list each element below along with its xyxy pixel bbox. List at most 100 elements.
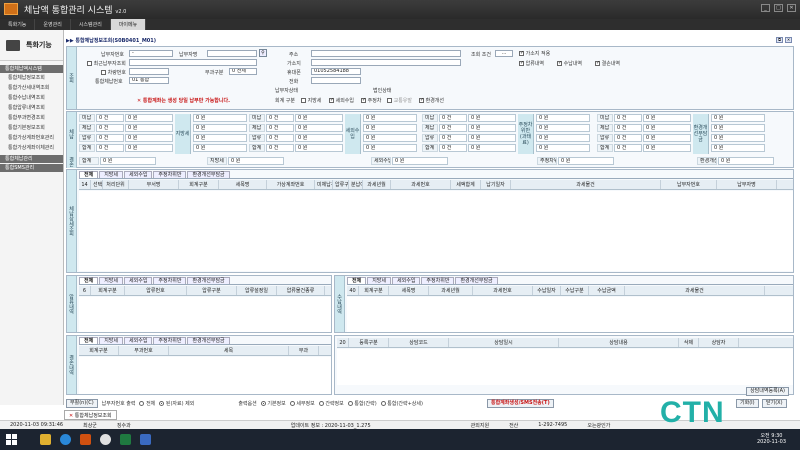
column-header[interactable]: 분납여부 [349,180,363,189]
sidebar-item[interactable]: 통합체납정보조회 [0,73,63,83]
column-header[interactable]: 회계구분 [359,286,389,295]
menu-item-special[interactable]: 특화기능 [0,19,36,30]
tab-1[interactable]: 지방세 [99,337,124,344]
tab-0[interactable]: 전체 [79,337,99,344]
ga-apply-checkbox[interactable] [519,50,524,56]
column-header[interactable]: 과세년월 [429,286,473,295]
non-tax-checkbox[interactable] [329,97,334,103]
column-header[interactable]: 납기일자 [481,180,511,189]
column-header[interactable]: 상담내용 [559,338,679,347]
local-tax-checkbox[interactable] [301,98,306,103]
tab-0[interactable]: 전체 [79,171,99,178]
tab-4[interactable]: 환경개선부담금 [187,171,230,178]
grid3-body[interactable] [347,297,793,332]
taxpayer-no-input[interactable]: - [129,50,173,57]
condition-button[interactable]: ... [495,50,513,57]
out-detail-radio[interactable] [289,400,295,406]
parking-checkbox[interactable] [361,97,366,103]
column-header[interactable]: 과세번호 [473,286,533,295]
grid4-body[interactable] [79,357,331,394]
init-button[interactable]: 기화(I) [736,399,759,408]
close-button[interactable]: 닫기(X) [762,399,787,408]
column-header[interactable]: 압류물건종류 [277,286,325,295]
tab-0[interactable]: 전체 [347,277,367,284]
sidebar-item[interactable]: 통합수납내역조회 [0,93,63,103]
column-header[interactable]: 세목 [169,346,289,355]
column-header[interactable]: 납부자명 [717,180,777,189]
column-header[interactable]: 상담자 [699,338,739,347]
sidebar-group-integrated[interactable]: 통합체납액시스템 [0,65,63,73]
tab-3[interactable]: 주정차위반 [153,277,187,284]
print-all-radio[interactable] [139,400,145,406]
tab-3[interactable]: 주정차위반 [153,171,187,178]
tel-input[interactable] [311,77,361,84]
document-tab[interactable]: ✕ 통합체납정보조회 [64,410,117,420]
out-brief-radio[interactable] [318,400,324,406]
column-header[interactable]: 수납금액 [589,286,625,295]
search-icon[interactable]: ⚲ [259,49,267,57]
sidebar-group-sms[interactable]: 통합SMS관리 [0,164,63,172]
column-header[interactable]: 상담일시 [449,338,559,347]
column-header[interactable]: 압류번호 [125,286,187,295]
column-header[interactable]: 세목명 [219,180,267,189]
menu-item-operation[interactable]: 운영관리 [35,19,71,30]
grid2-body[interactable] [79,297,331,332]
tab-4[interactable]: 환경개선부담금 [455,277,498,284]
sidebar-group-manage[interactable]: 통합체납관리 [0,155,63,163]
explorer-icon[interactable] [40,434,51,445]
out-integ-full-radio[interactable] [380,400,386,406]
column-header[interactable]: 회계구분 [179,180,219,189]
sidebar-item[interactable]: 통합가상계좌이체관리 [0,143,63,153]
traffic-checkbox[interactable] [387,98,392,103]
revive-button[interactable]: 부활(n)(C) [66,398,98,408]
tab-1[interactable]: 지방세 [367,277,392,284]
close-window-icon[interactable]: ✕ [785,37,792,43]
sidebar-item[interactable]: 통합기본정보조회 [0,123,63,133]
column-header[interactable]: 부과 [289,346,319,355]
sidebar-item[interactable]: 통합가산세내역조회 [0,83,63,93]
payment-checkbox[interactable] [557,60,562,66]
column-header[interactable]: 미체납구분 [315,180,333,189]
tab-1[interactable]: 지방세 [99,277,124,284]
create-account-button[interactable]: 통합계좌생성/SMS전송(T) [486,398,554,408]
ga-address-input[interactable] [311,59,461,66]
hwp-icon[interactable] [140,434,151,445]
windows-start-icon[interactable] [6,434,17,445]
column-header[interactable]: 회계구분 [79,346,119,355]
print-exclude-radio[interactable] [159,400,165,406]
tab-1[interactable]: 지방세 [99,171,124,178]
app-taskbar-icon[interactable] [80,434,91,445]
column-header[interactable]: 압류구분 [333,180,349,189]
tab-2[interactable]: 세외수입 [124,277,153,284]
column-header[interactable]: 등록구분 [349,338,389,347]
column-header[interactable]: 과세번호 [391,180,451,189]
chrome-icon[interactable] [100,434,111,445]
column-header[interactable]: 압류구분 [187,286,237,295]
levy-type-select[interactable]: 0 전체 [229,68,257,75]
sidebar-item[interactable]: 통합압류내역조회 [0,103,63,113]
vehicle-no-input[interactable] [129,68,169,75]
taxpayer-name-input[interactable] [207,50,257,57]
grid1-body[interactable] [79,191,793,271]
restore-window-icon[interactable]: ⧉ [776,37,783,43]
tab-2[interactable]: 세외수입 [392,277,421,284]
column-header[interactable]: 가상계좌번호 [267,180,315,189]
column-header[interactable]: 부과번호 [119,346,169,355]
tab-2[interactable]: 세외수입 [124,337,153,344]
column-header[interactable]: 회계구분 [91,286,125,295]
maximize-icon[interactable]: □ [774,4,783,12]
column-header[interactable]: 과세년월 [363,180,391,189]
address-input[interactable] [311,50,461,57]
column-header[interactable]: 세액합계 [451,180,481,189]
column-header[interactable]: 납부자번호 [661,180,717,189]
recent-payer-checkbox[interactable] [87,61,92,66]
menu-item-system[interactable]: 시스템관리 [71,19,111,30]
env-checkbox[interactable] [419,97,424,103]
tab-3[interactable]: 주정차위반 [421,277,455,284]
column-header[interactable]: 선택 [91,180,103,189]
column-header[interactable]: 수납일자 [533,286,561,295]
column-header[interactable]: 부서명 [129,180,179,189]
mobile-input[interactable]: 01052584188 [311,68,361,75]
sidebar-item[interactable]: 통합부과변경조회 [0,113,63,123]
column-header[interactable]: 삭제 [679,338,699,347]
